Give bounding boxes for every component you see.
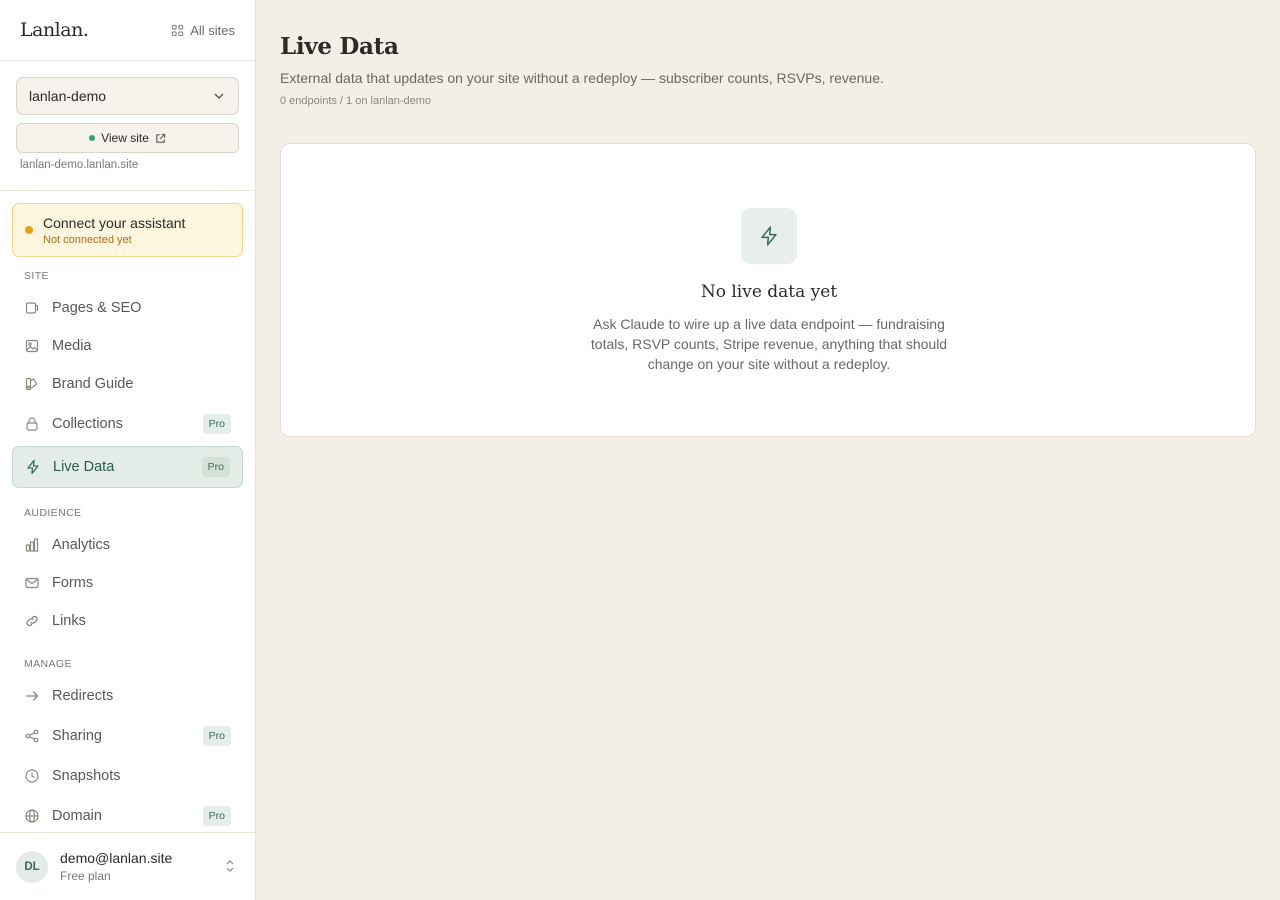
- arrow-right-icon: [24, 688, 40, 704]
- view-site-button[interactable]: View site: [16, 123, 239, 153]
- sidebar-item-sharing[interactable]: Sharing Pro: [12, 718, 243, 754]
- assistant-title: Connect your assistant: [43, 214, 186, 231]
- empty-state-text: Ask Claude to wire up a live data endpoi…: [590, 316, 948, 372]
- pro-badge: Pro: [201, 457, 230, 477]
- endpoint-count: 0 endpoints / 1 on lanlan-demo: [280, 95, 432, 107]
- external-link-icon: [155, 133, 166, 144]
- share-icon: [24, 728, 40, 744]
- brand-icon: [24, 376, 40, 392]
- grid-icon: [171, 24, 184, 37]
- image-icon: [24, 338, 40, 354]
- site-url: lanlan-demo.lanlan.site: [20, 159, 139, 171]
- logo: Lanlan.: [20, 19, 89, 41]
- user-email: demo@lanlan.site: [60, 850, 173, 866]
- site-block: lanlan-demo View site lanlan-demo.lanlan…: [0, 61, 255, 191]
- sidebar-item-label: Live Data: [53, 459, 115, 475]
- section-label-manage: MANAGE: [24, 658, 72, 670]
- user-menu[interactable]: DL demo@lanlan.site Free plan: [0, 832, 255, 900]
- online-status-dot: [89, 135, 96, 141]
- connect-assistant-card[interactable]: Connect your assistant Not connected yet: [12, 203, 243, 257]
- all-sites-link[interactable]: All sites: [171, 23, 235, 38]
- chevron-down-icon: [212, 89, 226, 103]
- sidebar-item-collections[interactable]: Collections Pro: [12, 406, 243, 442]
- sidebar-item-links[interactable]: Links: [12, 605, 243, 637]
- sidebar-item-live-data[interactable]: Live Data Pro: [12, 446, 243, 488]
- pro-badge: Pro: [202, 414, 231, 434]
- bolt-icon: [741, 208, 797, 264]
- view-site-label: View site: [101, 131, 149, 145]
- sidebar-item-label: Domain: [52, 808, 102, 824]
- sidebar-item-snapshots[interactable]: Snapshots: [12, 760, 243, 792]
- page-description: External data that updates on your site …: [280, 70, 884, 86]
- sidebar-item-label: Analytics: [52, 537, 111, 553]
- sidebar-header: Lanlan. All sites: [0, 0, 255, 61]
- sidebar-item-label: Forms: [52, 575, 94, 591]
- page-title: Live Data: [280, 33, 399, 60]
- pro-badge: Pro: [202, 726, 231, 746]
- empty-state-card: No live data yet Ask Claude to wire up a…: [280, 143, 1256, 437]
- sidebar-item-label: Snapshots: [52, 768, 121, 784]
- empty-state-title: No live data yet: [700, 282, 838, 302]
- sidebar-item-media[interactable]: Media: [12, 330, 243, 362]
- sidebar-item-label: Media: [52, 338, 92, 354]
- section-label-site: SITE: [24, 270, 49, 282]
- sidebar-item-label: Redirects: [52, 688, 114, 704]
- bolt-icon: [25, 459, 41, 475]
- sidebar-item-label: Brand Guide: [52, 376, 134, 392]
- sidebar-item-label: Sharing: [52, 728, 102, 744]
- main-content: Live Data External data that updates on …: [280, 0, 1256, 437]
- assistant-status: Not connected yet: [43, 233, 132, 246]
- sidebar-item-brand-guide[interactable]: Brand Guide: [12, 368, 243, 400]
- avatar: DL: [16, 850, 48, 883]
- sidebar-item-forms[interactable]: Forms: [12, 567, 243, 599]
- lock-icon: [24, 416, 40, 432]
- sidebar-item-domain[interactable]: Domain Pro: [12, 798, 243, 834]
- sidebar-item-label: Links: [52, 613, 86, 629]
- sidebar-item-redirects[interactable]: Redirects: [12, 680, 243, 712]
- user-plan: Free plan: [60, 869, 111, 883]
- sidebar-item-analytics[interactable]: Analytics: [12, 529, 243, 561]
- mail-icon: [24, 575, 40, 591]
- site-selector[interactable]: lanlan-demo: [16, 77, 239, 115]
- link-icon: [24, 613, 40, 629]
- section-label-audience: AUDIENCE: [24, 507, 82, 519]
- sidebar: Lanlan. All sites lanlan-demo View site: [0, 0, 256, 900]
- clock-icon: [24, 768, 40, 784]
- all-sites-label: All sites: [190, 22, 235, 38]
- sidebar-item-label: Pages & SEO: [52, 300, 142, 316]
- pro-badge: Pro: [202, 806, 231, 826]
- sidebar-item-pages-seo[interactable]: Pages & SEO: [12, 292, 243, 324]
- warning-status-dot: [25, 226, 33, 234]
- globe-icon: [24, 808, 40, 824]
- site-selector-value: lanlan-demo: [29, 88, 107, 104]
- sidebar-item-label: Collections: [52, 416, 123, 432]
- bar-chart-icon: [24, 537, 40, 553]
- page-icon: [24, 300, 40, 316]
- chevron-updown-icon: [225, 859, 235, 878]
